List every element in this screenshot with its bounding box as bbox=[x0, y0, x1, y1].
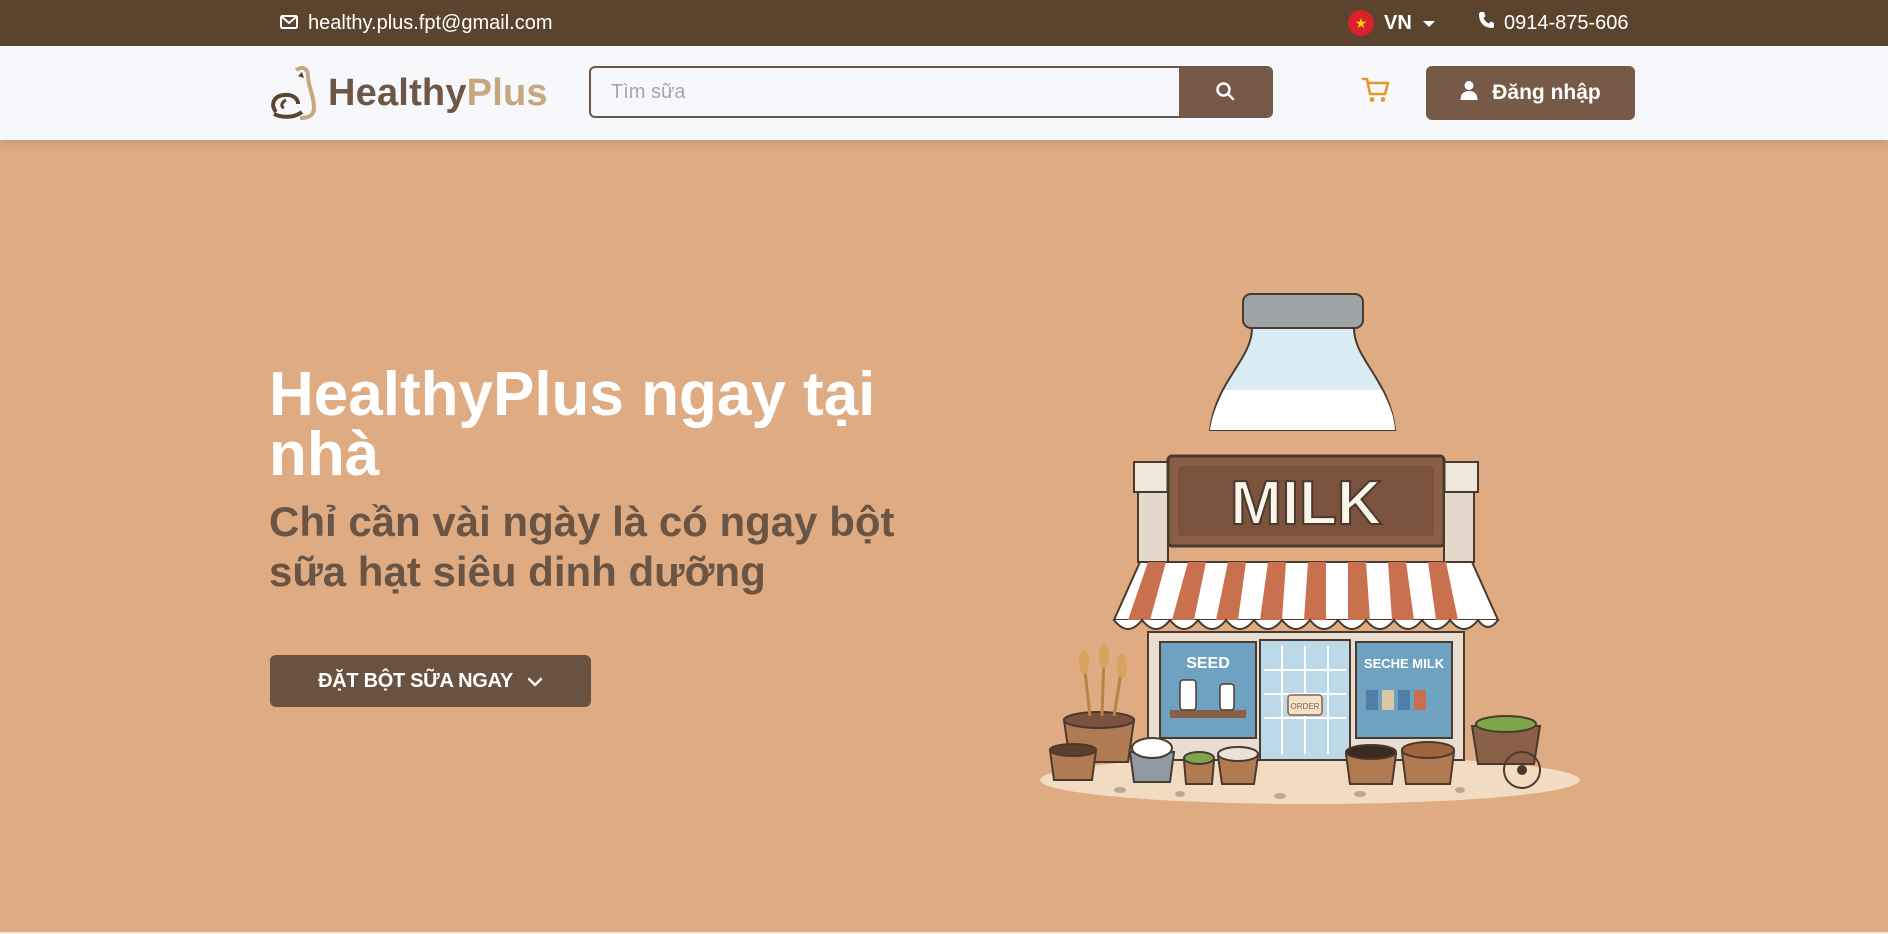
order-now-button[interactable]: ĐẶT BỘT SỮA NGAY bbox=[270, 655, 591, 707]
contact-email[interactable]: healthy.plus.fpt@gmail.com bbox=[280, 0, 552, 46]
search-button[interactable] bbox=[1179, 68, 1271, 116]
phone-icon bbox=[1478, 11, 1494, 35]
logo-icon bbox=[268, 62, 320, 125]
site-logo[interactable]: HealthyPlus bbox=[268, 64, 548, 122]
logo-text-plus: Plus bbox=[466, 71, 548, 114]
login-label: Đăng nhập bbox=[1492, 81, 1601, 104]
language-selector[interactable]: ★ VN bbox=[1348, 0, 1436, 46]
search-icon bbox=[1215, 81, 1235, 104]
contact-phone[interactable]: 0914-875-606 bbox=[1478, 0, 1629, 46]
window-right-text: SECHE MILK bbox=[1364, 656, 1445, 671]
cart-button[interactable] bbox=[1360, 74, 1392, 110]
envelope-icon bbox=[280, 12, 298, 35]
phone-text: 0914-875-606 bbox=[1504, 11, 1629, 34]
main-header: HealthyPlus Đăng nhập bbox=[0, 46, 1888, 140]
logo-text: HealthyPlus bbox=[328, 72, 548, 115]
cta-label: ĐẶT BỘT SỮA NGAY bbox=[318, 669, 513, 692]
top-info-bar: healthy.plus.fpt@gmail.com ★ VN 0914-875… bbox=[0, 0, 1888, 46]
window-left-text: SEED bbox=[1186, 655, 1230, 672]
email-text: healthy.plus.fpt@gmail.com bbox=[308, 11, 553, 34]
hero-subtitle: Chỉ cần vài ngày là có ngay bột sữa hạt … bbox=[269, 498, 895, 595]
milk-sign-text: MILK bbox=[1230, 469, 1382, 538]
hero-title: HealthyPlus ngay tại nhà bbox=[269, 360, 876, 489]
caret-down-icon bbox=[1422, 12, 1436, 35]
cart-icon bbox=[1361, 76, 1391, 109]
language-label: VN bbox=[1384, 11, 1412, 34]
milk-shop-illustration: MILK SEED SECHE MILK ORDER bbox=[1030, 290, 1590, 810]
logo-text-healthy: Healthy bbox=[328, 71, 467, 114]
login-button[interactable]: Đăng nhập bbox=[1426, 66, 1635, 120]
user-icon bbox=[1460, 80, 1478, 106]
search-input[interactable] bbox=[591, 68, 1179, 116]
vietnam-flag-icon: ★ bbox=[1348, 10, 1374, 36]
hero-section: HealthyPlus ngay tại nhà Chỉ cần vài ngà… bbox=[0, 140, 1888, 934]
door-sign-text: ORDER bbox=[1291, 702, 1320, 711]
chevron-down-icon bbox=[527, 670, 543, 693]
search-bar bbox=[589, 66, 1273, 118]
